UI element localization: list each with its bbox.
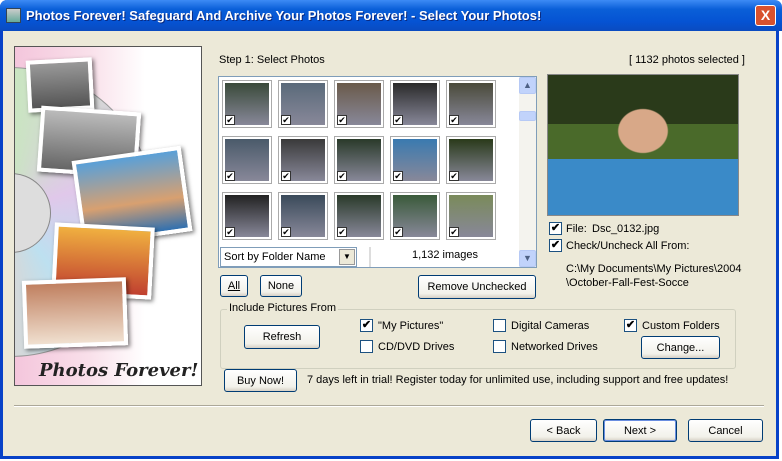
image-count: 1,132 images — [369, 247, 519, 267]
thumbnail[interactable]: ✔ — [446, 192, 496, 240]
thumbnail[interactable]: ✔ — [334, 192, 384, 240]
thumbnail-checkbox[interactable]: ✔ — [393, 227, 403, 237]
sort-dropdown[interactable]: Sort by Folder Name ▼ — [220, 247, 357, 267]
include-option-checkbox[interactable] — [493, 319, 506, 332]
selected-count: [ 1132 photos selected ] — [629, 54, 745, 66]
include-option-label: Custom Folders — [642, 320, 720, 332]
chevron-down-icon[interactable]: ▼ — [339, 249, 355, 265]
back-button[interactable]: < Back — [530, 419, 597, 442]
all-button[interactable]: All — [220, 275, 248, 297]
file-name: Dsc_0132.jpg — [592, 223, 660, 235]
include-option-label: CD/DVD Drives — [378, 341, 455, 353]
thumbnail-checkbox[interactable]: ✔ — [337, 115, 347, 125]
thumbnail-checkbox[interactable]: ✔ — [225, 227, 235, 237]
thumbnail-checkbox[interactable]: ✔ — [393, 171, 403, 181]
cancel-button[interactable]: Cancel — [688, 419, 763, 442]
thumbnail[interactable]: ✔ — [222, 80, 272, 128]
step-label: Step 1: Select Photos — [219, 54, 325, 66]
window-title: Photos Forever! Safeguard And Archive Yo… — [26, 8, 542, 23]
thumbnail[interactable]: ✔ — [446, 80, 496, 128]
check-all-label: Check/Uncheck All From: — [566, 240, 690, 252]
include-option-label: "My Pictures" — [378, 320, 444, 332]
include-option-label: Networked Drives — [511, 341, 598, 353]
thumbnail-checkbox[interactable]: ✔ — [337, 227, 347, 237]
scroll-down-icon[interactable]: ▼ — [519, 250, 536, 267]
thumbnail[interactable]: ✔ — [222, 192, 272, 240]
refresh-button[interactable]: Refresh — [244, 325, 320, 349]
thumbnail-checkbox[interactable]: ✔ — [225, 171, 235, 181]
thumbnail-checkbox[interactable]: ✔ — [449, 227, 459, 237]
thumbnail[interactable]: ✔ — [446, 136, 496, 184]
thumbnail[interactable]: ✔ — [390, 136, 440, 184]
thumbnail-list[interactable]: ✔ ✔ ✔ ✔ ✔ ✔ ✔ ✔ ✔ ✔ ✔ ✔ ✔ ✔ ✔ ▲ ▼ Sort by Folder Name … — [218, 76, 537, 268]
include-option-label: Digital Cameras — [511, 320, 590, 332]
thumbnail[interactable]: ✔ — [334, 80, 384, 128]
folder-path: C:\My Documents\My Pictures\2004\October… — [566, 263, 742, 289]
thumbnail[interactable]: ✔ — [278, 136, 328, 184]
none-button[interactable]: None — [260, 275, 302, 297]
scrollbar[interactable]: ▲ ▼ — [519, 77, 536, 267]
scroll-thumb[interactable] — [519, 111, 536, 121]
scroll-up-icon[interactable]: ▲ — [519, 77, 536, 94]
photos-forever-artwork: Photos Forever! — [14, 46, 202, 386]
thumbnail[interactable]: ✔ — [390, 192, 440, 240]
change-button[interactable]: Change... — [641, 336, 720, 359]
thumbnail-checkbox[interactable]: ✔ — [281, 171, 291, 181]
file-label: File: — [566, 223, 587, 235]
thumbnail[interactable]: ✔ — [390, 80, 440, 128]
thumbnail-checkbox[interactable]: ✔ — [281, 115, 291, 125]
include-option-checkbox[interactable]: ✔ — [624, 319, 637, 332]
thumbnail[interactable]: ✔ — [278, 192, 328, 240]
include-option-checkbox[interactable]: ✔ — [360, 319, 373, 332]
trial-text: 7 days left in trial! Register today for… — [307, 374, 729, 386]
remove-unchecked-button[interactable]: Remove Unchecked — [418, 275, 536, 299]
thumbnail-checkbox[interactable]: ✔ — [449, 115, 459, 125]
include-option-checkbox[interactable] — [360, 340, 373, 353]
thumbnail-checkbox[interactable]: ✔ — [337, 171, 347, 181]
check-all-checkbox[interactable]: ✔ — [549, 239, 562, 252]
thumbnail[interactable]: ✔ — [334, 136, 384, 184]
separator — [14, 405, 764, 407]
thumbnail[interactable]: ✔ — [222, 136, 272, 184]
thumbnail-checkbox[interactable]: ✔ — [393, 115, 403, 125]
thumbnail-checkbox[interactable]: ✔ — [225, 115, 235, 125]
thumbnail-checkbox[interactable]: ✔ — [449, 171, 459, 181]
photo-preview — [547, 74, 739, 216]
title-bar: Photos Forever! Safeguard And Archive Yo… — [0, 0, 782, 31]
file-checkbox[interactable]: ✔ — [549, 222, 562, 235]
artwork-logo-text: Photos Forever! — [39, 360, 199, 381]
thumbnail[interactable]: ✔ — [278, 80, 328, 128]
thumbnail-checkbox[interactable]: ✔ — [281, 227, 291, 237]
photo-birthday — [21, 277, 129, 349]
buy-now-button[interactable]: Buy Now! — [224, 369, 297, 392]
close-button[interactable]: X — [755, 5, 776, 26]
sort-dropdown-value: Sort by Folder Name — [224, 251, 326, 263]
next-button[interactable]: Next > — [603, 419, 677, 442]
include-option-checkbox[interactable] — [493, 340, 506, 353]
group-title: Include Pictures From — [227, 302, 338, 314]
app-icon — [6, 8, 21, 23]
photo-family — [25, 57, 95, 113]
